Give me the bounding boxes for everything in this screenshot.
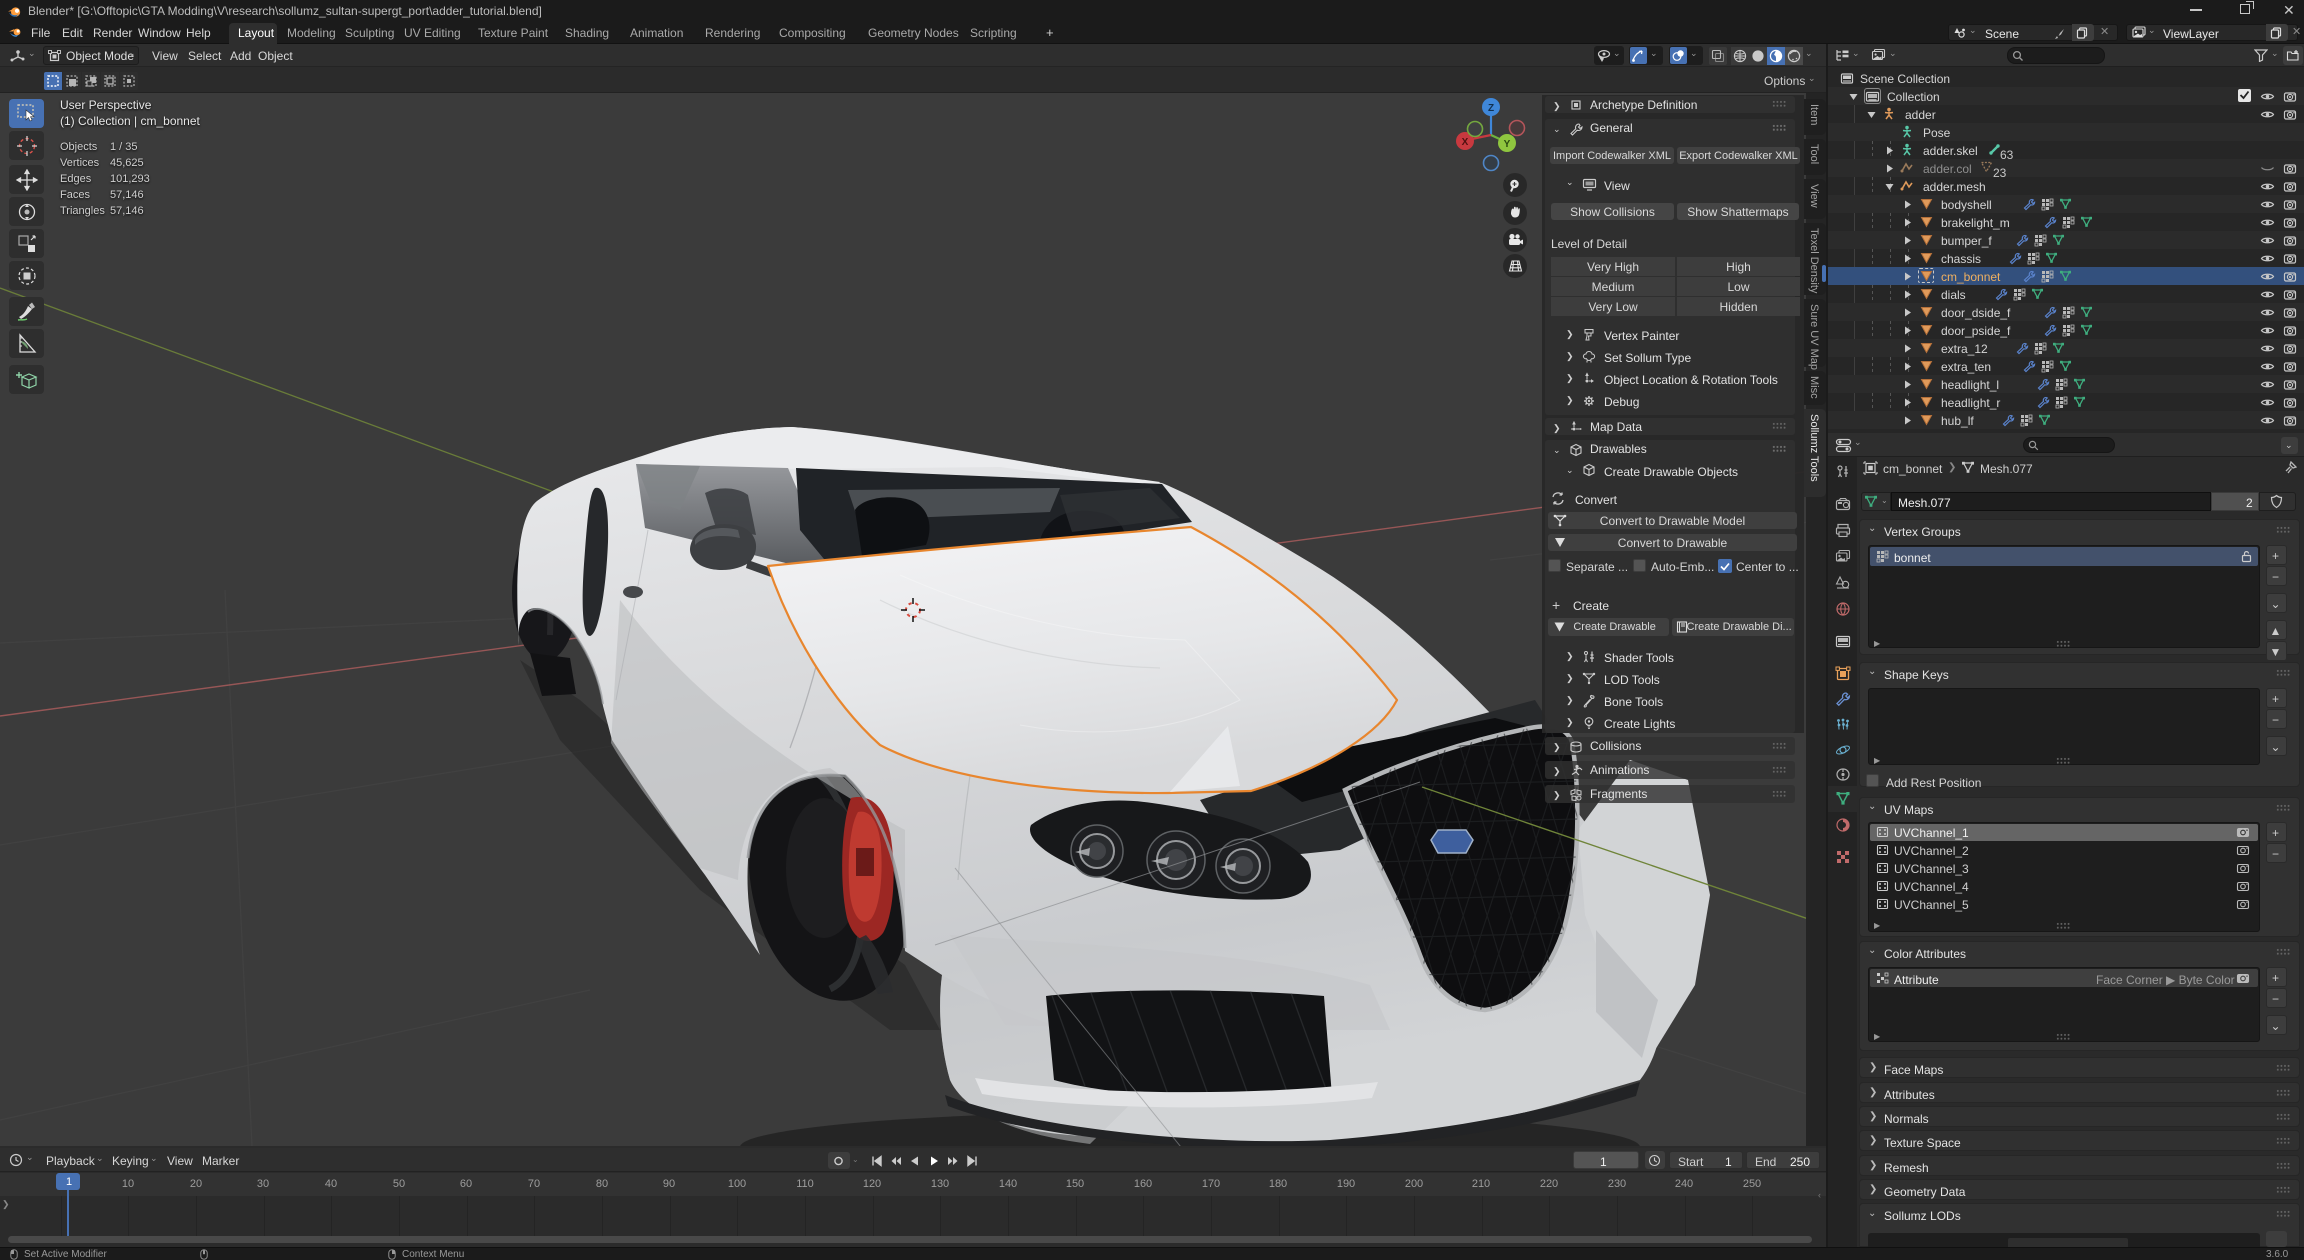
- svg-text:Z: Z: [1488, 103, 1494, 114]
- svg-text:X: X: [1462, 137, 1469, 148]
- svg-text:Y: Y: [1504, 139, 1511, 150]
